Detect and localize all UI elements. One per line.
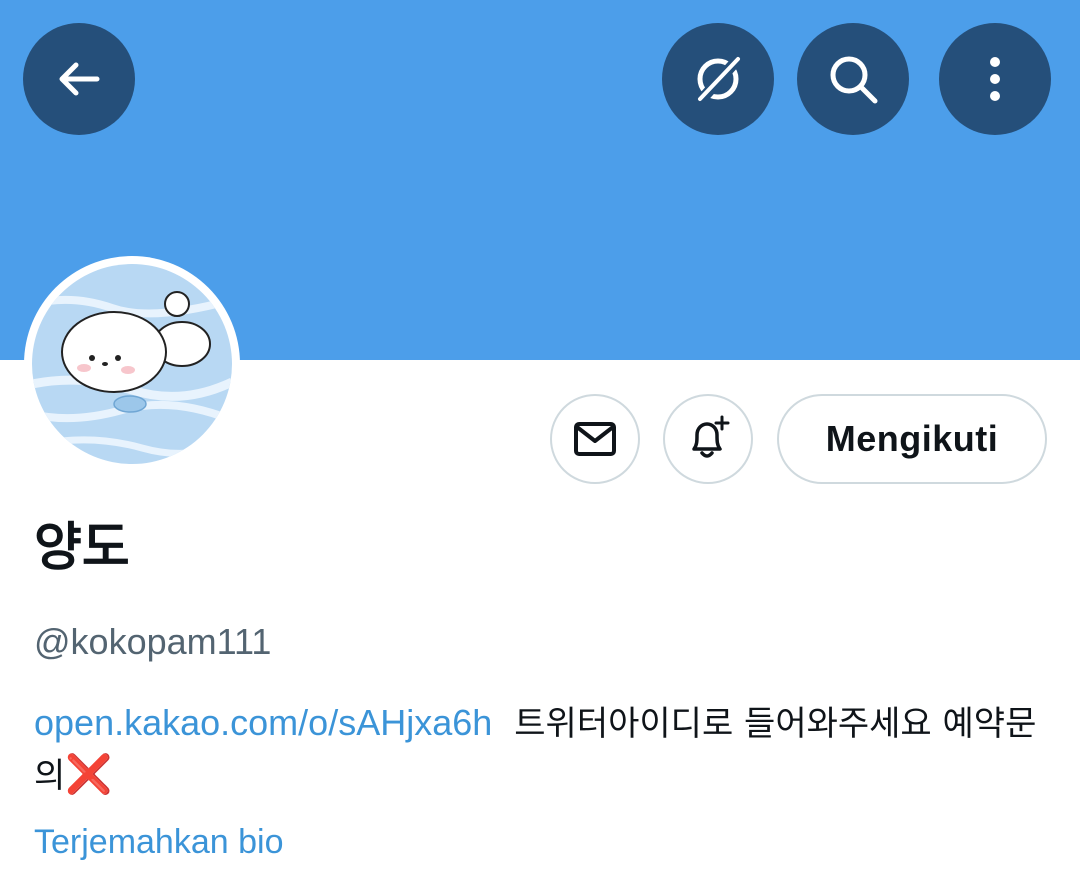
- search-icon: [830, 56, 878, 104]
- bio-link[interactable]: open.kakao.com/o/sAHjxa6h: [34, 702, 492, 743]
- bell-plus-icon: [692, 415, 730, 458]
- arrow-left-icon: [59, 62, 100, 96]
- eye-slash-icon: [697, 55, 743, 103]
- notification-button[interactable]: [663, 394, 753, 484]
- more-vertical-icon: [990, 57, 1000, 101]
- display-name: 양도: [34, 518, 130, 578]
- hide-button[interactable]: [662, 23, 774, 135]
- message-button[interactable]: [550, 394, 640, 484]
- following-button-label: Mengikuti: [825, 418, 999, 459]
- avatar-image: [32, 264, 232, 464]
- search-button[interactable]: [797, 23, 909, 135]
- translate-bio-link[interactable]: Terjemahkan bio: [34, 820, 283, 864]
- avatar[interactable]: [24, 256, 240, 472]
- more-options-button[interactable]: [939, 23, 1051, 135]
- bio: open.kakao.com/o/sAHjxa6h 트위터아이디로 들어와주세요 …: [34, 698, 1044, 801]
- back-button[interactable]: [23, 23, 135, 135]
- envelope-icon: [574, 422, 616, 456]
- user-handle: @kokopam111: [34, 621, 272, 662]
- following-button[interactable]: Mengikuti: [777, 394, 1047, 484]
- cross-mark-emoji: ❌: [65, 752, 113, 796]
